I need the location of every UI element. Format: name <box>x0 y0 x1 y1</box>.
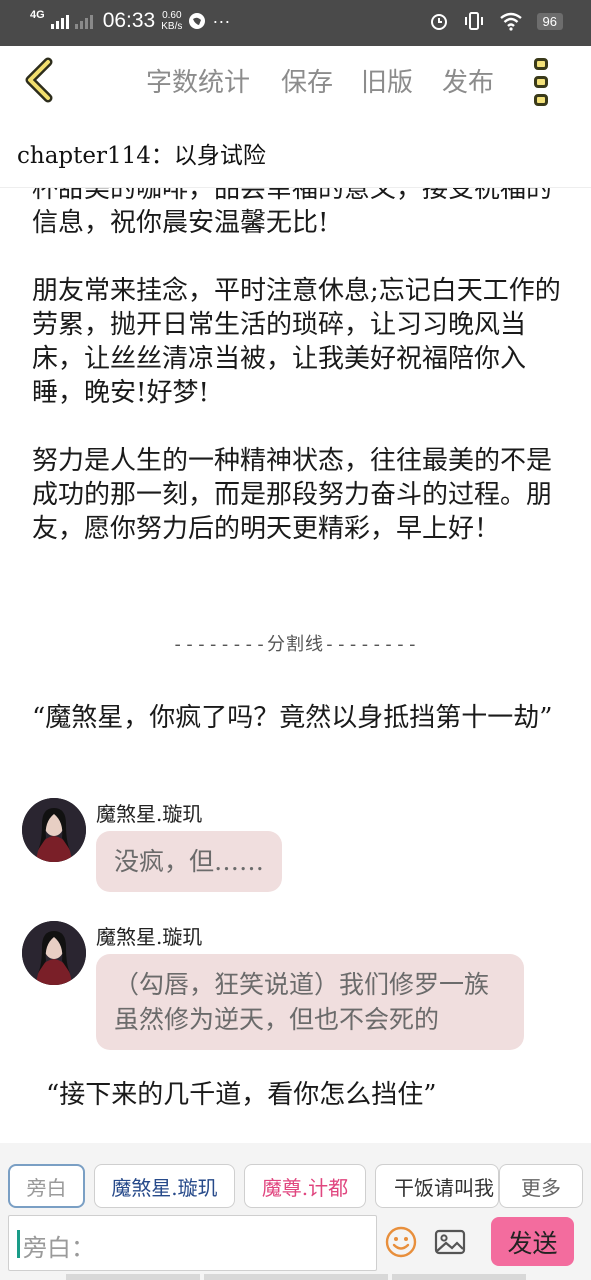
battery-level: 96 <box>536 12 563 30</box>
paragraph: 朋友常来挂念，平时注意休息;忘记白天工作的劳累，抛开日常生活的琐碎，让习习晚风当… <box>32 276 561 408</box>
role-ganfan-tab[interactable]: 干饭请叫我 <box>375 1164 499 1208</box>
signal-icon <box>50 13 69 29</box>
save-button[interactable]: 保存 <box>281 62 333 99</box>
more-dot <box>534 76 548 88</box>
send-button[interactable]: 发送 <box>491 1217 574 1266</box>
vibrate-icon <box>464 12 483 30</box>
net-speed: 0.60 KB/s <box>161 10 182 32</box>
input-placeholder: 旁白： <box>23 1234 95 1262</box>
nav-hint-bar <box>66 1274 200 1280</box>
chat-message[interactable]: 魔煞星.璇玑 （勾唇，狂笑说道）我们修罗一族虽然修为逆天，但也不会死的 <box>22 921 542 1061</box>
app-notification-icon <box>189 13 206 29</box>
message-input[interactable]: 旁白： <box>8 1215 377 1271</box>
avatar[interactable] <box>22 921 86 985</box>
word-count-button[interactable]: 字数统计 <box>146 62 250 99</box>
network-type: 4G <box>30 8 45 21</box>
chapter-header: chapter114：以身试险 <box>0 116 591 188</box>
speaker-name: 魔煞星.璇玑 <box>96 802 203 826</box>
composer-panel: 旁白 魔煞星.璇玑 魔尊.计都 干饭请叫我 更多 旁白： 发送 <box>0 1143 591 1280</box>
role-xuanji-tab[interactable]: 魔煞星.璇玑 <box>94 1164 235 1208</box>
message-bubble[interactable]: 没疯，但…… <box>96 831 283 892</box>
section-divider: --------分割线-------- <box>172 634 419 655</box>
avatar[interactable] <box>22 798 86 862</box>
more-roles-button[interactable]: 更多 <box>499 1164 583 1208</box>
character-portrait-icon <box>22 798 86 862</box>
message-bubble[interactable]: （勾唇，狂笑说道）我们修罗一族虽然修为逆天，但也不会死的 <box>96 954 524 1050</box>
speaker-name: 魔煞星.璇玑 <box>96 925 203 949</box>
nav-hint-bar <box>392 1274 526 1280</box>
image-icon[interactable] <box>433 1225 467 1259</box>
nav-hint-bar <box>204 1274 388 1280</box>
net-speed-unit: KB/s <box>161 21 183 32</box>
more-dot <box>534 58 548 70</box>
editor-toolbar: 字数统计 保存 旧版 发布 <box>0 46 591 116</box>
net-speed-value: 0.60 <box>162 10 182 21</box>
more-dot <box>534 94 548 106</box>
status-bar: 4G 06:33 0.60 KB/s ··· 96 <box>0 0 591 46</box>
signal-2-icon <box>74 13 93 29</box>
text-cursor <box>17 1230 20 1258</box>
clock: 06:33 <box>102 9 156 32</box>
back-arrow-icon[interactable] <box>20 56 60 104</box>
status-right: 96 <box>429 11 563 31</box>
status-left: 4G 06:33 0.60 KB/s ··· <box>30 9 230 33</box>
old-version-button[interactable]: 旧版 <box>361 62 413 99</box>
role-narrator-tab[interactable]: 旁白 <box>8 1164 85 1208</box>
narration-quote: “魔煞星，你疯了吗？竟然以身抵挡第十一劫” <box>32 703 553 733</box>
paragraph: 努力是人生的一种精神状态，往往最美的不是成功的那一刻，而是那段努力奋斗的过程。朋… <box>32 446 553 544</box>
narration-quote: “接下来的几千道，看你怎么挡住” <box>46 1080 437 1110</box>
publish-button[interactable]: 发布 <box>442 62 494 99</box>
story-content[interactable]: 杯甜美的咖啡，品尝幸福的意义，接受祝福的信息，祝你晨安温馨无比! 朋友常来挂念，… <box>0 188 591 1143</box>
chat-message[interactable]: 魔煞星.璇玑 没疯，但…… <box>22 798 542 898</box>
role-jidu-tab[interactable]: 魔尊.计都 <box>244 1164 366 1208</box>
chapter-title[interactable]: chapter114：以身试险 <box>17 136 266 170</box>
alarm-icon <box>430 14 447 30</box>
paragraph: 杯甜美的咖啡，品尝幸福的意义，接受祝福的信息，祝你晨安温馨无比! <box>32 188 553 238</box>
more-menu-icon[interactable] <box>534 58 552 106</box>
wifi-icon <box>499 12 522 31</box>
status-more: ··· <box>212 10 231 31</box>
emoji-icon[interactable] <box>384 1225 418 1259</box>
character-portrait-icon <box>22 921 86 985</box>
